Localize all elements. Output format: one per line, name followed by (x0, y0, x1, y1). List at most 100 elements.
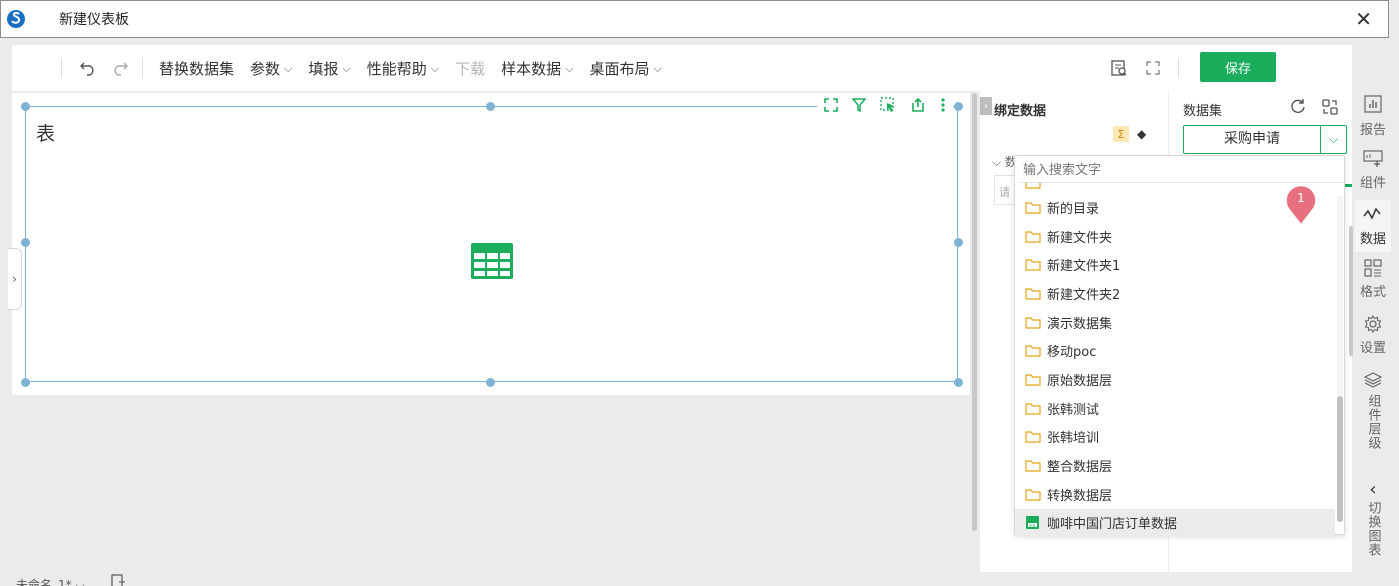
table-widget[interactable]: 表 (25, 106, 958, 382)
sidebar-item-report[interactable]: 报告 (1355, 95, 1391, 138)
layers-icon (1364, 372, 1382, 388)
select-linkage-icon[interactable] (880, 97, 896, 113)
sidebar-item-format[interactable]: 格式 (1355, 259, 1391, 300)
list-item[interactable]: 整合数据层 (1015, 451, 1335, 480)
sidebar-item-switch-chart[interactable]: ‹ 切换图表 (1355, 479, 1391, 558)
menu-replace-dataset[interactable]: 替换数据集 (159, 58, 234, 79)
widget-toolbar (817, 93, 953, 117)
preview-icon[interactable] (1109, 58, 1129, 78)
list-item[interactable]: 张韩测试 (1015, 394, 1335, 423)
component-icon (1363, 150, 1383, 167)
sidebar-item-label: 数据 (1359, 232, 1386, 247)
resize-handle[interactable] (486, 378, 495, 387)
canvas-empty-area[interactable] (12, 397, 970, 572)
menu-desktop-layout[interactable]: 桌面布局 ⌵ (589, 58, 661, 79)
title-bar: 新建仪表板 ✕ (0, 0, 1389, 38)
menu-fill[interactable]: 填报 ⌵ (308, 58, 350, 79)
menu-download[interactable]: 下载 (455, 58, 485, 79)
sidebar-item-label: 切换图表 (1365, 501, 1381, 557)
dropdown-scrollbar[interactable] (1337, 396, 1343, 522)
dataset-label: 数据集 (1183, 104, 1223, 119)
resize-handle[interactable] (486, 102, 495, 111)
chevron-down-icon: ⌵ (284, 62, 293, 75)
sidebar-item-label: 设置 (1359, 341, 1386, 356)
step-marker-number: 1 (1297, 191, 1305, 205)
canvas-scrollbar[interactable] (972, 93, 977, 531)
chevron-left-icon: ‹ (1369, 479, 1377, 500)
export-icon[interactable] (910, 97, 926, 113)
sidebar-item-data[interactable]: 数据 (1355, 200, 1391, 252)
gear-icon (1364, 315, 1382, 333)
active-indicator (1344, 184, 1352, 187)
panel-scrollbar[interactable] (1349, 226, 1353, 356)
list-item[interactable]: 演示数据集 (1015, 308, 1335, 337)
sidebar-item-component[interactable]: 组件 (1355, 150, 1391, 191)
folder-icon (1025, 489, 1041, 501)
widget-title: 表 (36, 123, 56, 145)
sum-icon[interactable]: Σ (1113, 126, 1129, 142)
resize-handle[interactable] (21, 378, 30, 387)
app-logo-icon (7, 10, 25, 28)
dataset-select[interactable]: 采购申请 ⌵ (1183, 125, 1347, 154)
toolbar-divider (1178, 58, 1179, 78)
data-icon (1363, 207, 1381, 220)
resize-handle[interactable] (954, 102, 963, 111)
bind-drop-hint: 请 (999, 186, 1010, 199)
resize-handle[interactable] (954, 238, 963, 247)
folder-icon (1025, 183, 1041, 189)
collapse-arrow-icon[interactable]: › (980, 97, 992, 115)
toolbar-spacer (12, 58, 62, 78)
folder-icon (1025, 345, 1041, 357)
sidebar-item-label: 报告 (1359, 123, 1386, 138)
chevron-down-icon: ⌵ (430, 62, 440, 75)
fullscreen-icon[interactable] (1143, 58, 1163, 78)
new-page-icon[interactable] (110, 574, 126, 586)
dataset-selected-value: 采购申请 (1224, 131, 1280, 147)
more-vertical-icon[interactable] (940, 97, 946, 113)
sidebar-item-label: 组件 (1359, 176, 1386, 191)
filter-icon[interactable] (852, 98, 866, 112)
sidebar-item-label: 组件层级 (1365, 394, 1381, 450)
resize-handle[interactable] (21, 102, 30, 111)
sidebar-item-label: 格式 (1359, 285, 1386, 300)
list-item[interactable]: 转换数据层 (1015, 480, 1335, 509)
main-toolbar: 替换数据集 参数 ⌵ 填报 ⌵ 性能帮助 ⌵ 下载 样本数据 ⌵ 桌面布局 ⌵ 保存 (12, 45, 1352, 91)
save-button[interactable]: 保存 (1200, 52, 1276, 82)
chevron-down-icon: ⌵ (342, 62, 351, 75)
dataset-tree-list: 新的目录 新建文件夹 新建文件夹1 新建文件夹2 演示数据集 移动poc 原始数… (1015, 193, 1335, 538)
expand-icon[interactable] (824, 98, 838, 112)
sidebar-item-settings[interactable]: 设置 (1355, 315, 1391, 356)
resize-handle[interactable] (954, 378, 963, 387)
folder-icon (1025, 288, 1041, 300)
tab-untitled[interactable]: 未命名_1* ⌵ (16, 576, 85, 586)
menu-sample-data[interactable]: 样本数据 ⌵ (501, 58, 573, 79)
window-title: 新建仪表板 (59, 12, 129, 28)
list-item[interactable]: 新建文件夹1 (1015, 250, 1335, 279)
redo-icon[interactable] (110, 58, 130, 78)
refresh-icon[interactable] (1290, 98, 1306, 118)
left-panel-toggle[interactable]: › (8, 248, 22, 310)
format-icon (1364, 259, 1382, 277)
undo-icon[interactable] (78, 58, 98, 78)
resize-handle[interactable] (21, 238, 30, 247)
menu-performance-help[interactable]: 性能帮助 ⌵ (367, 58, 439, 79)
sidebar-item-layers[interactable]: 组件层级 (1355, 372, 1391, 450)
list-item[interactable]: SQL 咖啡中国门店订单数据 (1015, 508, 1335, 538)
chevron-down-icon: ⌵ (653, 62, 662, 75)
list-item[interactable]: 移动poc (1015, 336, 1335, 365)
switch-dataset-icon[interactable] (1321, 98, 1339, 116)
list-item[interactable]: 原始数据层 (1015, 365, 1335, 394)
close-window-button[interactable]: ✕ (1355, 8, 1372, 30)
eraser-icon[interactable]: ◆ (1137, 127, 1146, 141)
list-item[interactable]: 新建文件夹2 (1015, 279, 1335, 308)
folder-icon (1025, 230, 1041, 243)
folder-icon (1025, 259, 1041, 271)
folder-icon (1025, 431, 1041, 443)
list-item[interactable]: 张韩培训 (1015, 423, 1335, 452)
folder-icon (1025, 374, 1041, 386)
dataset-search-input[interactable] (1021, 159, 1344, 183)
chevron-down-icon: ⌵ (1320, 126, 1346, 153)
menu-params[interactable]: 参数 ⌵ (250, 58, 292, 79)
sql-dataset-icon: SQL (1026, 516, 1039, 530)
bind-panel-title: 绑定数据 (994, 104, 1047, 119)
